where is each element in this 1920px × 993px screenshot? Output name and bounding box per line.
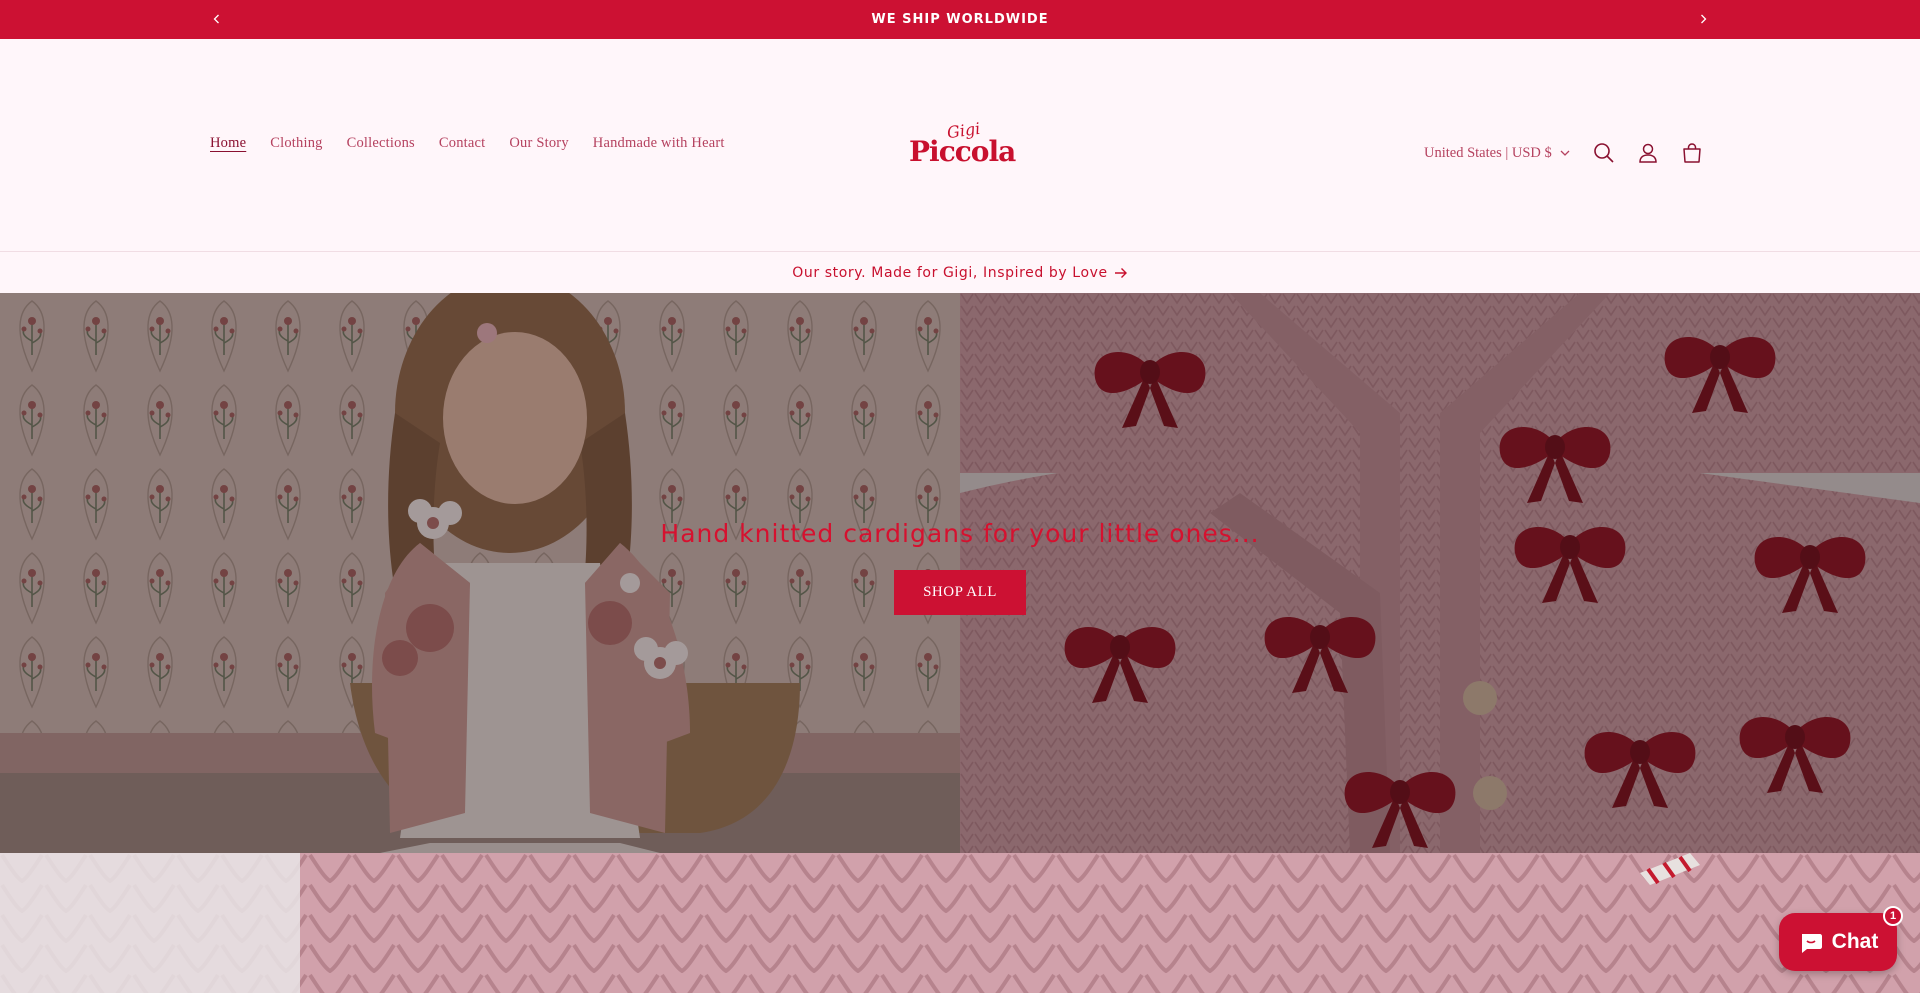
announcement-next-button[interactable] [1692, 8, 1714, 30]
chat-unread-badge: 1 [1883, 906, 1903, 926]
cart-icon [1683, 143, 1701, 163]
nav-item-our-story[interactable]: Our Story [509, 135, 568, 152]
arrow-right-icon [1114, 267, 1127, 278]
hero-title: Hand knitted cardigans for your little o… [660, 519, 1260, 548]
story-link[interactable]: Our story. Made for Gigi, Inspired by Lo… [792, 265, 1127, 281]
nav-item-collections[interactable]: Collections [347, 135, 415, 152]
account-icon [1639, 143, 1657, 163]
nav-item-handmade[interactable]: Handmade with Heart [593, 135, 725, 152]
main-nav: Home Clothing Collections Contact Our St… [210, 135, 749, 152]
cart-button[interactable] [1670, 131, 1714, 175]
chat-bubble-icon [1801, 934, 1822, 953]
announcement-text: WE SHIP WORLDWIDE [871, 12, 1049, 27]
hero-banner: Hand knitted cardigans for your little o… [0, 293, 1920, 853]
account-button[interactable] [1626, 131, 1670, 175]
knit-texture-banner [0, 853, 1920, 993]
search-button[interactable] [1582, 131, 1626, 175]
announcement-bar: WE SHIP WORLDWIDE [0, 0, 1920, 39]
site-logo[interactable]: Gigi Piccola [905, 119, 1016, 177]
shop-all-button[interactable]: SHOP ALL [894, 570, 1026, 615]
chevron-right-icon [1701, 14, 1707, 24]
header-actions: United States | USD $ [1424, 131, 1714, 175]
story-link-label: Our story. Made for Gigi, Inspired by Lo… [792, 264, 1108, 281]
nav-item-home[interactable]: Home [210, 135, 246, 152]
story-banner: Our story. Made for Gigi, Inspired by Lo… [0, 252, 1920, 293]
locale-selector[interactable]: United States | USD $ [1424, 145, 1570, 162]
announcement-prev-button[interactable] [206, 8, 228, 30]
nav-item-clothing[interactable]: Clothing [270, 135, 322, 152]
locale-label: United States | USD $ [1424, 144, 1552, 161]
logo-wordmark: Piccola [909, 135, 1016, 168]
site-header: Home Clothing Collections Contact Our St… [0, 39, 1920, 251]
chat-button[interactable]: Chat [1779, 913, 1897, 971]
knit-texture-illustration [0, 853, 1920, 993]
nav-item-contact[interactable]: Contact [439, 135, 486, 152]
chat-label: Chat [1831, 930, 1879, 953]
chevron-left-icon [213, 14, 219, 24]
hero-content: Hand knitted cardigans for your little o… [0, 519, 1920, 615]
chevron-down-icon [1560, 150, 1570, 156]
search-icon [1593, 143, 1614, 163]
